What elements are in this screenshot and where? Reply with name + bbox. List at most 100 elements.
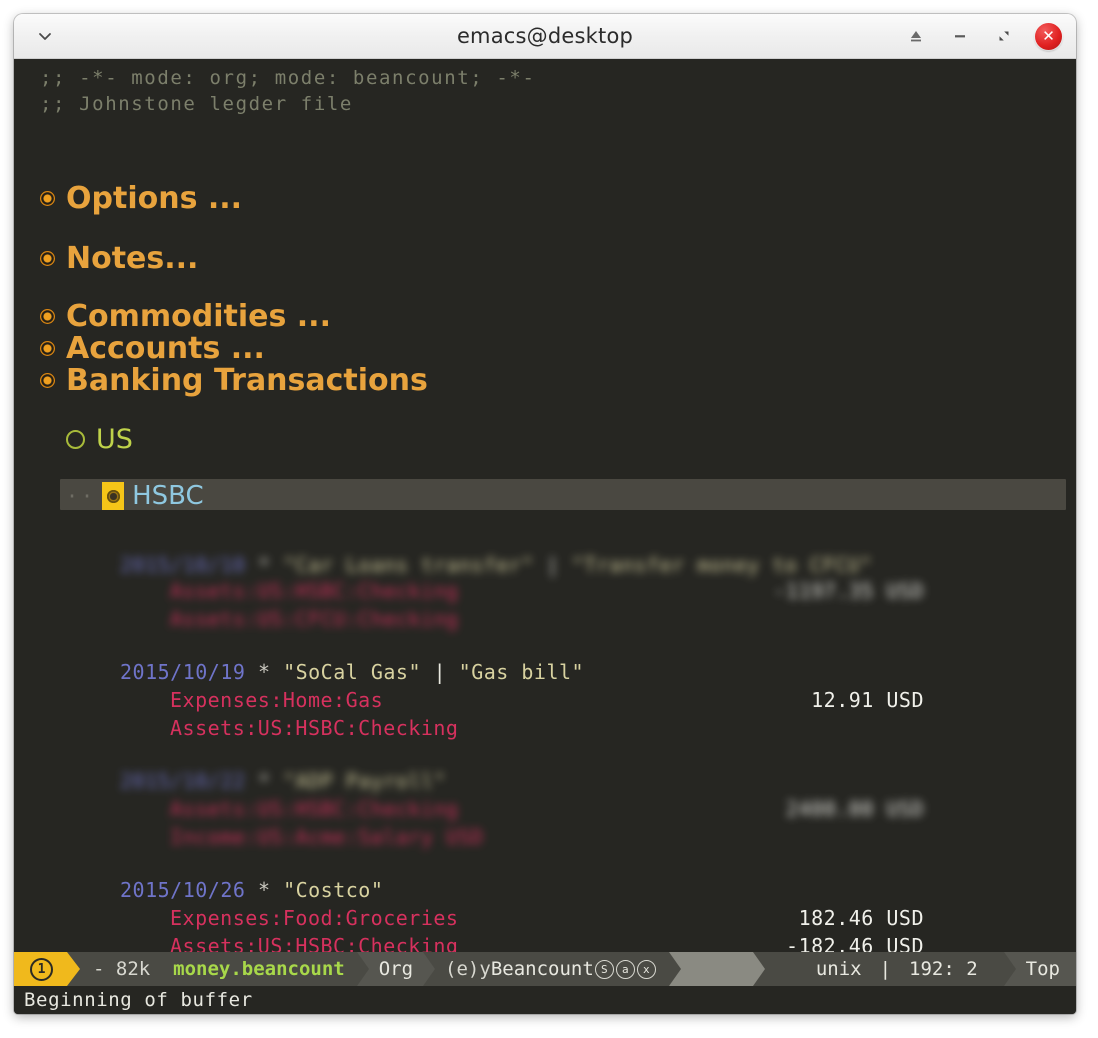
- current-line-highlight: [60, 479, 1066, 510]
- shade-button[interactable]: [903, 23, 929, 49]
- transaction-flag: *: [257, 769, 271, 793]
- emacs-modeline[interactable]: 1 - 82k money.beancount Org (e)y Beancoun…: [14, 952, 1076, 986]
- modeline-minor-modes[interactable]: (e)y Beancount Sa x: [423, 952, 669, 986]
- posting-account: Assets:US:HSBC:Checking: [170, 579, 459, 603]
- modeline-buffer-size: 82k: [115, 958, 151, 980]
- transaction-header: 2015/10/19 * "SoCal Gas" | "Gas bill": [120, 660, 584, 684]
- transaction-pipe: |: [433, 660, 447, 684]
- posting-amount: -182.46 USD: [786, 934, 924, 952]
- transaction-payee: "Costco": [283, 878, 384, 902]
- minibuffer-echo-area[interactable]: Beginning of buffer: [14, 986, 1076, 1014]
- modeline-coding-label: unix: [815, 958, 862, 980]
- posting-account: Expenses:Home:Gas: [170, 688, 384, 712]
- org-bullet-icon: [40, 373, 55, 388]
- close-icon: ✕: [1042, 26, 1055, 45]
- org-bullet-icon: [106, 489, 120, 503]
- close-button[interactable]: ✕: [1035, 22, 1062, 50]
- posting-account: Income:US:Acme:Salary USD: [170, 825, 484, 849]
- posting-amount: -1197.35 USD: [773, 579, 924, 603]
- modeline-scroll-label: Top: [1025, 958, 1060, 980]
- transaction-narration: "Transfer money to CFCU": [571, 553, 873, 577]
- minimize-button[interactable]: [947, 23, 973, 49]
- org-heading-label: US: [96, 424, 133, 455]
- desktop-background: emacs@desktop ✕ ;; -*- mode: org; mode: …: [0, 0, 1098, 1038]
- transaction-header: 2015/10/10 * "Car Loans transfer" | "Tra…: [120, 553, 873, 577]
- emacs-frame: ;; -*- mode: org; mode: beancount; -*- ;…: [14, 59, 1076, 1014]
- posting-account: Expenses:Food:Groceries: [170, 906, 459, 930]
- org-heading-commodities[interactable]: Commodities ...: [40, 299, 331, 334]
- org-heading-label: Commodities ...: [66, 299, 331, 334]
- transaction-payee: "Car Loans transfer": [283, 553, 534, 577]
- modeline-scroll-position[interactable]: Top: [1003, 952, 1076, 986]
- transaction-flag: *: [257, 553, 271, 577]
- window-titlebar[interactable]: emacs@desktop ✕: [14, 14, 1076, 59]
- org-bullet-icon: [40, 309, 55, 324]
- maximize-button[interactable]: [991, 23, 1017, 49]
- window-number-badge: 1: [30, 957, 53, 981]
- posting-account: Assets:US:HSBC:Checking: [170, 797, 459, 821]
- transaction-pipe: |: [546, 553, 559, 577]
- transaction-date: 2015/10/22: [120, 769, 246, 793]
- emacs-window: emacs@desktop ✕ ;; -*- mode: org; mode: …: [14, 14, 1076, 1014]
- org-heading-us[interactable]: US: [66, 424, 133, 455]
- modeline-position-label: 192: 2: [909, 958, 978, 980]
- transaction-flag: *: [257, 660, 271, 684]
- org-bullet-icon: [40, 191, 55, 206]
- minimize-icon: [955, 35, 965, 38]
- buffer-comment-line: ;; Johnstone legder file: [40, 93, 353, 115]
- transaction-date: 2015/10/19: [120, 660, 246, 684]
- org-indent-dots: ··: [66, 484, 97, 508]
- posting-account: Assets:US:CFCU:Checking: [170, 607, 459, 631]
- transaction-payee: "ADP Payroll": [283, 769, 447, 793]
- modeline-major-mode-label: Org: [378, 958, 414, 980]
- transaction-date: 2015/10/10: [120, 553, 246, 577]
- transaction-date: 2015/10/26: [120, 878, 246, 902]
- minor-mode-s-icon[interactable]: S: [594, 959, 614, 979]
- minor-mode-x-icon[interactable]: x: [636, 959, 656, 979]
- org-heading-label: Accounts ...: [66, 331, 265, 366]
- posting-amount: 2400.00 USD: [786, 797, 924, 821]
- transaction-narration: "Gas bill": [458, 660, 585, 684]
- modeline-coding-system[interactable]: unix: [804, 952, 874, 986]
- transaction-header: 2015/10/26 * "Costco": [120, 878, 383, 902]
- modeline-buffer-name[interactable]: money.beancount: [173, 958, 345, 980]
- posting-amount: 182.46 USD: [798, 906, 924, 930]
- org-heading-label: Banking Transactions: [66, 363, 428, 398]
- modeline-buffer-info: - 82k money.beancount: [67, 952, 357, 986]
- buffer-comment-line: ;; -*- mode: org; mode: beancount; -*-: [40, 67, 536, 89]
- text-cursor: [102, 482, 125, 510]
- org-heading-label: Options ...: [66, 181, 243, 216]
- posting-account: Assets:US:HSBC:Checking: [170, 934, 459, 952]
- org-heading-label: HSBC: [132, 481, 204, 511]
- org-heading-banking-transactions[interactable]: Banking Transactions: [40, 363, 428, 398]
- eject-icon: [911, 31, 921, 42]
- posting-amount: 12.91 USD: [811, 688, 924, 712]
- modeline-major-mode[interactable]: Org: [356, 952, 436, 986]
- transaction-flag: *: [257, 878, 271, 902]
- chevron-down-icon: [39, 33, 51, 40]
- maximize-icon: [999, 31, 1009, 41]
- modeline-modified-flag: -: [93, 958, 105, 980]
- org-bullet-icon: [40, 251, 55, 266]
- org-heading-notes[interactable]: Notes...: [40, 241, 198, 276]
- org-bullet-icon: [66, 430, 85, 449]
- modeline-minor-name: Beancount: [490, 958, 594, 980]
- org-bullet-icon: [40, 341, 55, 356]
- org-heading-hsbc[interactable]: ·· HSBC: [66, 481, 204, 511]
- window-controls: ✕: [903, 22, 1062, 50]
- posting-account: Assets:US:HSBC:Checking: [170, 716, 459, 740]
- minor-mode-a-icon[interactable]: a: [615, 959, 635, 979]
- modeline-divider: [668, 952, 765, 986]
- org-heading-options[interactable]: Options ...: [40, 181, 242, 216]
- transaction-header: 2015/10/22 * "ADP Payroll": [120, 769, 446, 793]
- modeline-separator: |: [874, 952, 897, 986]
- window-menu-button[interactable]: [30, 21, 60, 51]
- modeline-minor-prefix: (e)y: [445, 958, 491, 980]
- modeline-position: 192: 2: [897, 952, 990, 986]
- modeline-window-number[interactable]: 1: [14, 952, 80, 986]
- org-heading-accounts[interactable]: Accounts ...: [40, 331, 265, 366]
- beancount-org-buffer[interactable]: ;; -*- mode: org; mode: beancount; -*- ;…: [14, 59, 1076, 952]
- transaction-payee: "SoCal Gas": [283, 660, 422, 684]
- org-heading-label: Notes...: [66, 241, 199, 276]
- modeline-separator-label: |: [879, 958, 892, 980]
